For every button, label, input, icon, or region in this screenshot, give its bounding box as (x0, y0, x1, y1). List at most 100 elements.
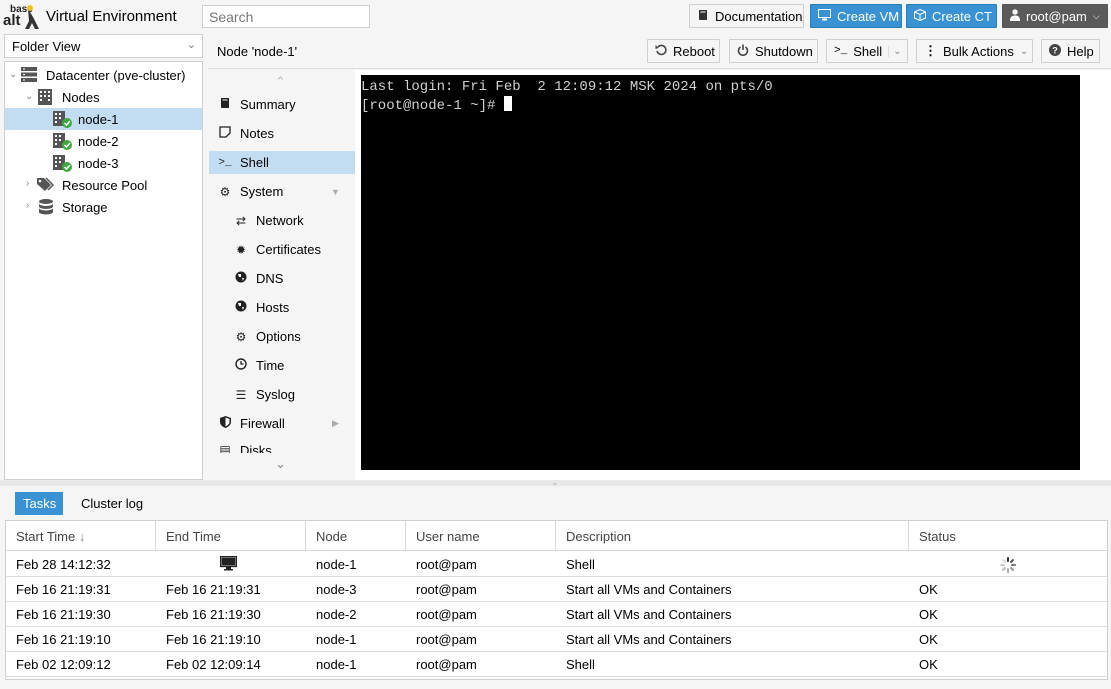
terminal-prompt: [root@node-1 ~]# (361, 98, 504, 114)
tree-item-label: node-3 (78, 156, 119, 171)
chevron-right-icon[interactable]: › (26, 200, 29, 211)
cell-end-time: Feb 16 21:19:30 (166, 607, 261, 622)
chevron-down-icon[interactable]: ⌄ (9, 69, 17, 80)
column-header-status[interactable]: Status (909, 521, 1107, 551)
nav-item-hosts[interactable]: Hosts (209, 296, 355, 319)
chevron-down-icon: ⌄ (1019, 45, 1029, 57)
chevron-down-icon[interactable]: ⌄ (888, 45, 902, 57)
view-selector[interactable]: Folder View ⌄ (4, 34, 203, 58)
table-row[interactable]: Feb 28 14:12:32 node-1 root@pam Shell (6, 552, 1107, 577)
help-button[interactable]: ? Help (1041, 39, 1100, 63)
view-selector-value: Folder View (12, 39, 81, 54)
cell-status: OK (919, 632, 938, 647)
cell-start-time: Feb 16 21:19:31 (16, 582, 111, 597)
nav-item-certificates[interactable]: ✹ Certificates (209, 238, 355, 261)
shell-button[interactable]: >_ Shell ⌄ (826, 39, 908, 63)
tab-cluster-log[interactable]: Cluster log (73, 492, 151, 515)
nav-item-label: DNS (256, 271, 284, 286)
tree-item-node-1[interactable]: node-1 (5, 108, 202, 130)
cell-end-time: Feb 16 21:19:10 (166, 632, 261, 647)
column-header-end-time[interactable]: End Time (156, 521, 306, 551)
nav-item-firewall[interactable]: Firewall ▶ (209, 412, 355, 435)
terminal-screen[interactable]: Last login: Fri Feb 2 12:09:12 MSK 2024 … (361, 75, 1080, 470)
nav-item-disks[interactable]: ▤ Disks (209, 441, 355, 453)
table-row[interactable]: Feb 16 21:19:10 Feb 16 21:19:10 node-1 r… (6, 627, 1107, 652)
undo-icon (655, 44, 667, 59)
tree-item-storage[interactable]: › Storage (5, 196, 202, 218)
server-icon (21, 67, 37, 85)
cell-user: root@pam (416, 607, 477, 622)
create-ct-button[interactable]: Create CT (906, 4, 997, 28)
nav-item-label: Shell (240, 155, 269, 170)
exchange-icon: ⇄ (235, 213, 247, 228)
nav-item-network[interactable]: ⇄ Network (209, 209, 355, 232)
nav-item-dns[interactable]: DNS (209, 267, 355, 290)
nav-item-notes[interactable]: Notes (209, 122, 355, 145)
help-label: Help (1067, 43, 1094, 59)
cell-node: node-1 (316, 557, 357, 572)
tree-item-label: Datacenter (pve-cluster) (46, 68, 186, 83)
shutdown-button[interactable]: Shutdown (729, 39, 818, 63)
documentation-button[interactable]: Documentation (689, 4, 804, 28)
tree-item-datacenter[interactable]: ⌄ Datacenter (pve-cluster) (5, 64, 202, 86)
search-input[interactable] (202, 5, 370, 28)
column-header-node[interactable]: Node (306, 521, 406, 551)
nav-item-shell[interactable]: >_ Shell (209, 151, 355, 174)
create-vm-button[interactable]: Create VM (810, 4, 902, 28)
nav-item-system[interactable]: ⚙ System ▼ (209, 180, 355, 203)
tree-item-label: node-1 (78, 112, 119, 127)
chevron-down-icon[interactable]: ⌄ (25, 91, 33, 102)
create-vm-label: Create VM (837, 8, 900, 24)
cell-status: OK (919, 582, 938, 597)
reboot-button[interactable]: Reboot (647, 39, 720, 63)
shutdown-label: Shutdown (755, 43, 813, 59)
chevron-right-icon[interactable]: › (26, 178, 29, 189)
tree-item-nodes[interactable]: ⌄ Nodes (5, 86, 202, 108)
nav-item-summary[interactable]: Summary (209, 93, 355, 116)
sticky-note-icon (218, 126, 232, 141)
caret-right-icon[interactable]: ▶ (332, 418, 339, 429)
tree-item-node-2[interactable]: node-2 (5, 130, 202, 152)
column-header-label: End Time (166, 529, 221, 544)
cell-start-time: Feb 16 21:19:30 (16, 607, 111, 622)
tab-tasks[interactable]: Tasks (15, 492, 63, 515)
nav-item-label: Network (256, 213, 304, 228)
power-off-icon (737, 44, 749, 59)
shield-icon (218, 416, 232, 431)
cell-description: Start all VMs and Containers (566, 607, 732, 622)
globe-icon (234, 271, 248, 286)
caret-down-icon[interactable]: ▼ (331, 187, 340, 197)
bulk-actions-label: Bulk Actions (943, 43, 1014, 59)
cell-status: OK (919, 607, 938, 622)
sort-down-icon: ↓ (78, 529, 86, 544)
app-title: Virtual Environment (46, 8, 177, 25)
table-row[interactable]: Feb 02 12:09:12 Feb 02 12:09:14 node-1 r… (6, 652, 1107, 677)
cell-start-time: Feb 16 21:19:10 (16, 632, 111, 647)
cell-description: Start all VMs and Containers (566, 582, 732, 597)
nav-item-syslog[interactable]: ☰ Syslog (209, 383, 355, 406)
table-row[interactable]: Feb 16 21:19:31 Feb 16 21:19:31 node-3 r… (6, 577, 1107, 602)
table-row[interactable]: Feb 16 21:19:30 Feb 16 21:19:30 node-2 r… (6, 602, 1107, 627)
column-header-start-time[interactable]: Start Time ↓ (6, 521, 156, 551)
resource-tree: ⌄ Datacenter (pve-cluster) ⌄ Nodes node-… (4, 61, 203, 480)
tree-item-label: node-2 (78, 134, 119, 149)
user-menu-button[interactable]: root@pam ⌵ (1002, 4, 1108, 28)
bulk-actions-button[interactable]: ⋮ Bulk Actions ⌄ (916, 39, 1033, 63)
cell-node: node-1 (316, 632, 357, 647)
column-header-description[interactable]: Description (556, 521, 909, 551)
book-icon (697, 9, 709, 24)
cell-status: OK (919, 657, 938, 672)
node-online-icon (53, 111, 73, 132)
tree-item-resource-pool[interactable]: › Resource Pool (5, 174, 202, 196)
tree-item-node-3[interactable]: node-3 (5, 152, 202, 174)
user-icon (1010, 8, 1020, 24)
column-header-user-name[interactable]: User name (406, 521, 556, 551)
scroll-up-icon[interactable]: ⌃ (275, 74, 286, 90)
nav-item-label: Options (256, 329, 301, 344)
nav-item-label: Firewall (240, 416, 285, 431)
nav-item-options[interactable]: ⚙ Options (209, 325, 355, 348)
nav-item-time[interactable]: Time (209, 354, 355, 377)
shell-label: Shell (853, 43, 883, 59)
nav-item-label: Disks (240, 443, 272, 453)
scroll-down-icon[interactable]: ⌄ (275, 456, 286, 472)
